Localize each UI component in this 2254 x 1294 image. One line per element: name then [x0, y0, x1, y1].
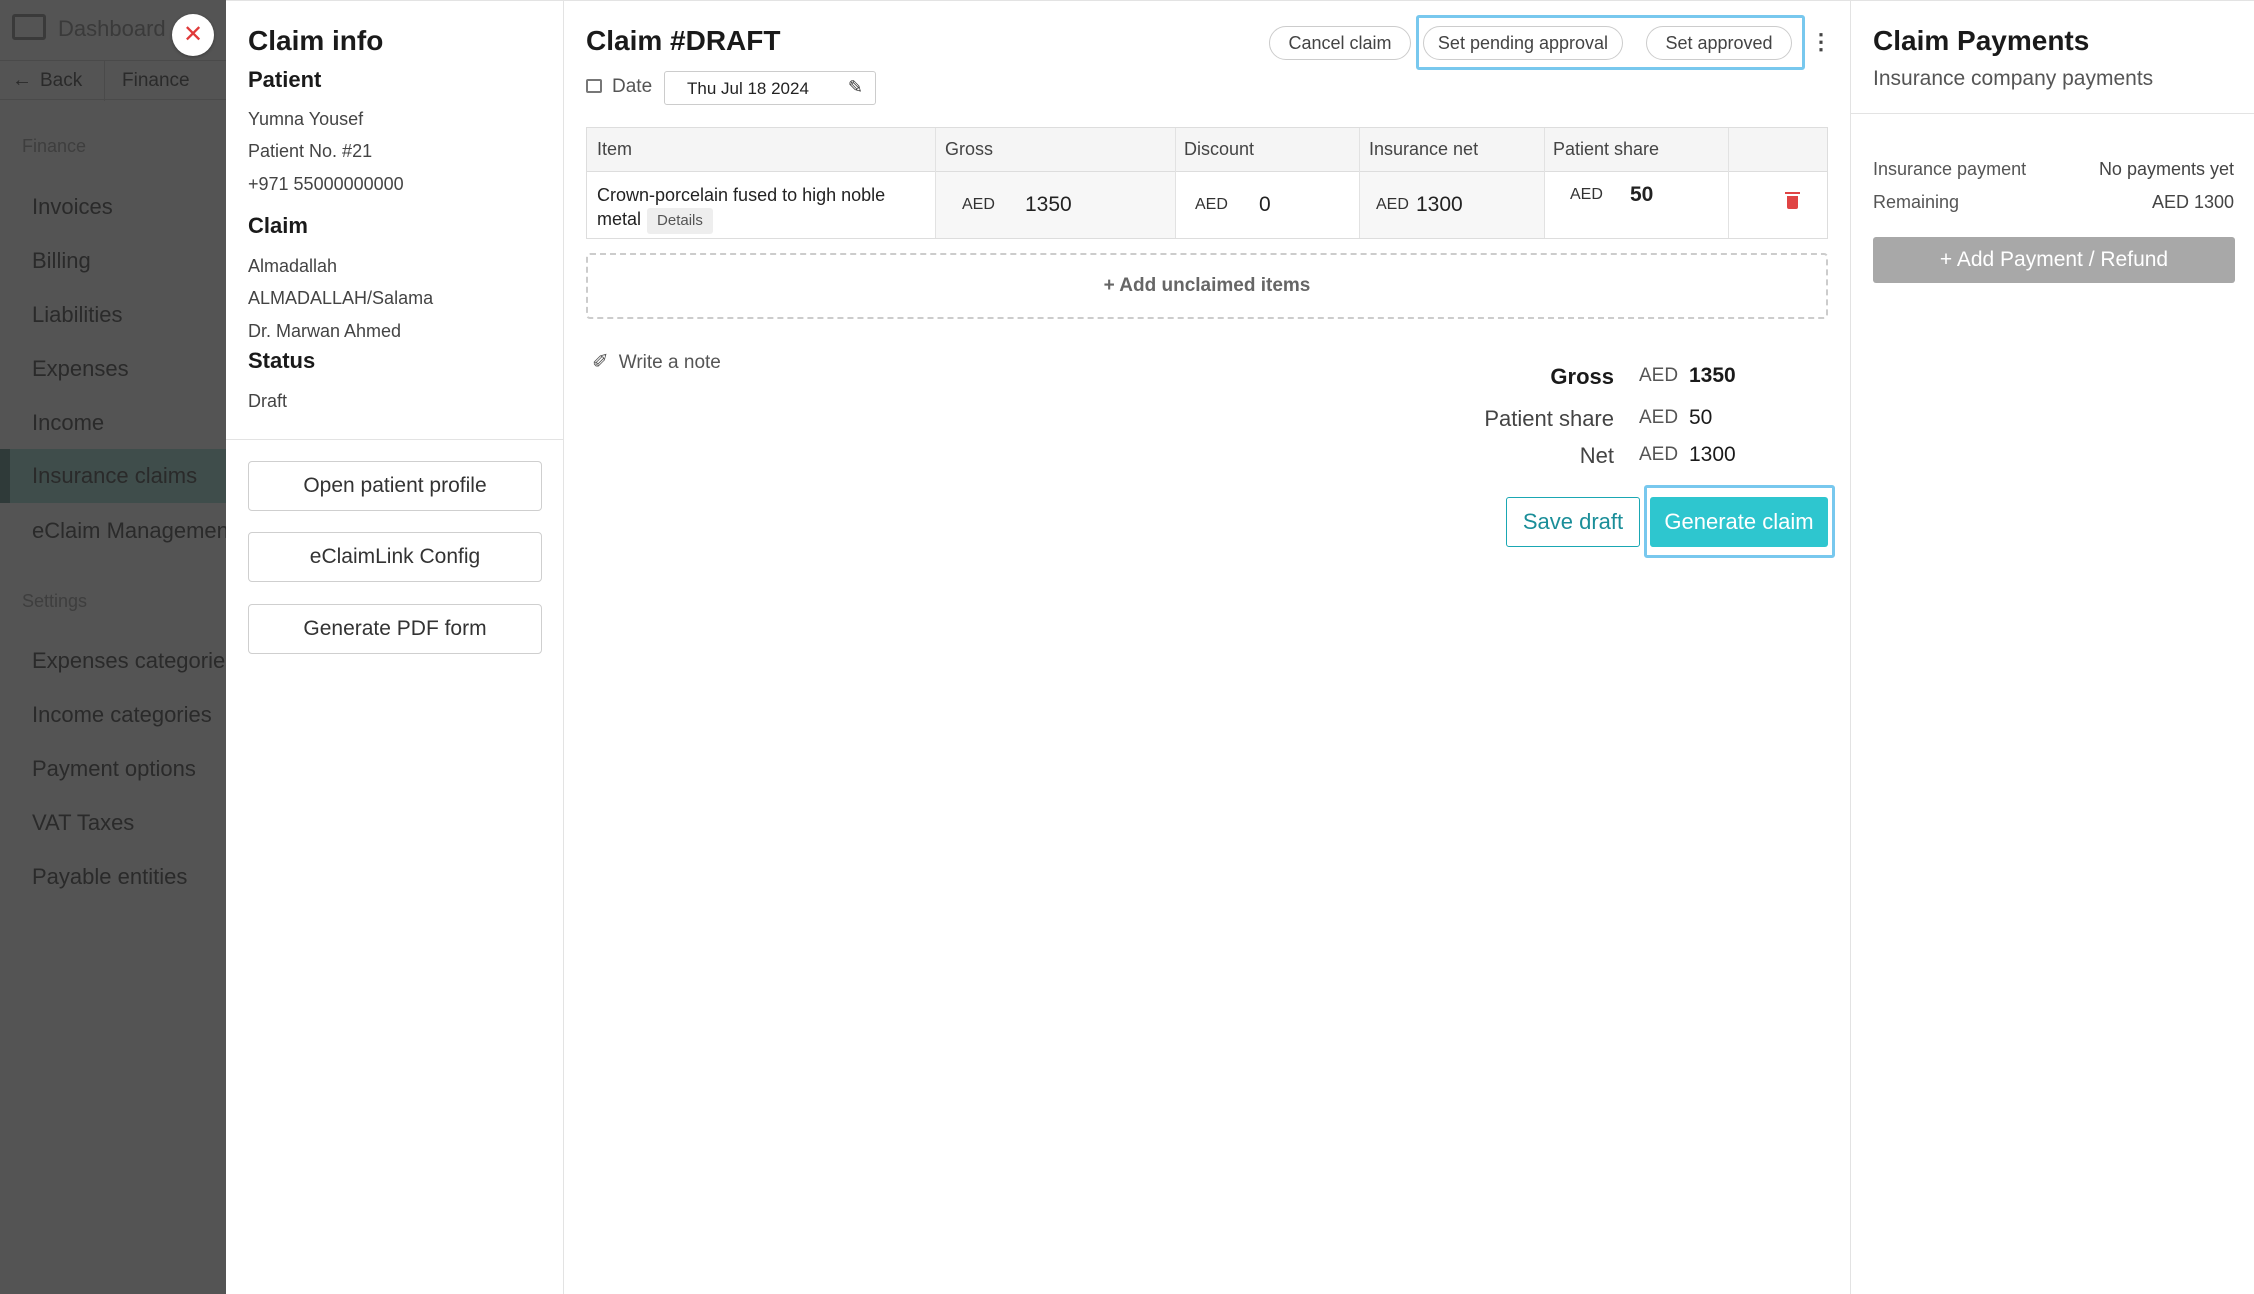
- write-note-button[interactable]: ✐ Write a note: [592, 349, 721, 374]
- summary-net-currency: AED: [1639, 444, 1679, 465]
- breadcrumb: ← Back Finance: [0, 60, 226, 101]
- close-icon[interactable]: ✕: [172, 14, 214, 56]
- summary-gross-currency: AED: [1639, 365, 1679, 386]
- column-divider: [1544, 128, 1545, 238]
- claim-payments-panel: Claim Payments Insurance company payment…: [1850, 0, 2254, 1294]
- section-finance: Finance: [22, 136, 87, 156]
- patient-heading: Patient: [248, 67, 322, 92]
- insurance-net-value: 1300: [1416, 193, 1463, 216]
- claim-title: Claim #DRAFT: [586, 25, 781, 56]
- doctor-name: Dr. Marwan Ahmed: [248, 321, 402, 341]
- column-divider: [1175, 128, 1176, 238]
- insurance-payment-label: Insurance payment: [1873, 159, 2027, 179]
- discount-input[interactable]: 0: [1259, 193, 1271, 217]
- summary-gross-label: Gross: [1550, 364, 1614, 389]
- nav-eclaim-management[interactable]: eClaim Management: [32, 518, 226, 544]
- item-name-line-2: metal: [597, 209, 642, 229]
- save-draft-button[interactable]: Save draft: [1506, 497, 1640, 547]
- header-gross: Gross: [945, 139, 994, 159]
- header-discount: Discount: [1184, 139, 1255, 159]
- insurer-name: Almadallah: [248, 256, 338, 276]
- item-name-line-1: Crown-porcelain fused to high noble: [597, 185, 886, 205]
- claim-items-table: Item Gross Discount Insurance net Patien…: [586, 127, 1828, 239]
- calendar-icon: [586, 79, 602, 93]
- background-sidebar: Dashboard ← Back Finance Finance Invoice…: [0, 0, 226, 1294]
- edit-pencil-icon[interactable]: ✎: [848, 77, 863, 98]
- summary-gross-value: 1350: [1689, 364, 1736, 387]
- generate-claim-highlight: [1644, 485, 1835, 558]
- header-patient-share: Patient share: [1553, 139, 1660, 159]
- item-name: Crown-porcelain fused to high noble meta…: [597, 183, 885, 234]
- nav-payment-options[interactable]: Payment options: [32, 756, 196, 782]
- table-header: Item Gross Discount Insurance net Patien…: [587, 128, 1827, 172]
- patient-share-currency: AED: [1570, 186, 1603, 203]
- column-divider: [1728, 128, 1729, 238]
- claim-heading: Claim: [248, 213, 308, 238]
- header-item: Item: [597, 139, 633, 159]
- nav-expenses-categories[interactable]: Expenses categories: [32, 648, 226, 674]
- more-options-icon[interactable]: ⋮: [1810, 29, 1832, 55]
- payments-divider: [1851, 113, 2254, 114]
- claim-info-title: Claim info: [248, 25, 384, 56]
- gross-input[interactable]: 1350: [1025, 193, 1072, 217]
- payments-title: Claim Payments: [1873, 25, 2090, 56]
- date-label: Date: [612, 76, 653, 97]
- insurance-plan: ALMADALLAH/Salama: [248, 288, 434, 308]
- details-button[interactable]: Details: [647, 208, 713, 234]
- info-divider: [226, 439, 564, 440]
- cancel-claim-button[interactable]: Cancel claim: [1269, 26, 1411, 60]
- column-divider: [1359, 128, 1360, 238]
- section-settings: Settings: [22, 591, 88, 611]
- nav-billing[interactable]: Billing: [32, 248, 91, 274]
- add-payment-refund-button[interactable]: + Add Payment / Refund: [1873, 237, 2235, 283]
- open-patient-profile-button[interactable]: Open patient profile: [248, 461, 542, 511]
- generate-pdf-button[interactable]: Generate PDF form: [248, 604, 542, 654]
- insurance-payment-value: No payments yet: [2098, 159, 2234, 179]
- pen-icon: ✐: [592, 351, 609, 373]
- payments-subtitle: Insurance company payments: [1873, 67, 2154, 90]
- dashboard-icon: [12, 14, 46, 40]
- write-note-label: Write a note: [618, 352, 721, 373]
- nav-expenses[interactable]: Expenses: [32, 356, 129, 382]
- patient-phone: +971 55000000000: [248, 174, 404, 194]
- remaining-value: AED 1300: [2151, 192, 2234, 212]
- nav-income[interactable]: Income: [32, 410, 104, 436]
- nav-insurance-claims[interactable]: Insurance claims: [0, 449, 226, 503]
- insurance-net-currency: AED: [1376, 196, 1409, 213]
- nav-income-categories[interactable]: Income categories: [32, 702, 212, 728]
- gross-currency: AED: [962, 196, 995, 213]
- claim-info-panel: Claim info Patient Yumna Yousef Patient …: [226, 0, 564, 1294]
- breadcrumb-divider: [104, 61, 105, 101]
- discount-currency: AED: [1195, 196, 1228, 213]
- dashboard-label: Dashboard: [58, 16, 166, 41]
- back-arrow-icon: ←: [12, 69, 32, 91]
- patient-number: Patient No. #21: [248, 141, 373, 161]
- status-value: Draft: [248, 391, 288, 411]
- summary-net-label: Net: [1579, 443, 1614, 468]
- claim-main-panel: Claim #DRAFT Date Thu Jul 18 2024 ✎ Canc…: [564, 0, 1850, 1294]
- patient-share-input[interactable]: 50: [1630, 183, 1653, 207]
- status-actions-highlight: [1416, 15, 1805, 70]
- summary-net-value: 1300: [1689, 443, 1736, 466]
- back-link[interactable]: Back: [40, 70, 82, 92]
- status-heading: Status: [248, 348, 316, 373]
- summary-patient-share-label: Patient share: [1484, 406, 1614, 431]
- summary-patient-share-currency: AED: [1639, 407, 1679, 428]
- eclaimlink-config-button[interactable]: eClaimLink Config: [248, 532, 542, 582]
- date-value: Thu Jul 18 2024: [687, 79, 809, 98]
- nav-vat-taxes[interactable]: VAT Taxes: [32, 810, 134, 836]
- header-insurance-net: Insurance net: [1369, 139, 1479, 159]
- delete-item-icon[interactable]: [1785, 192, 1800, 209]
- breadcrumb-finance[interactable]: Finance: [122, 70, 190, 92]
- column-divider: [935, 128, 936, 238]
- nav-payable-entities[interactable]: Payable entities: [32, 864, 187, 890]
- add-unclaimed-items-button[interactable]: + Add unclaimed items: [586, 253, 1828, 319]
- nav-invoices[interactable]: Invoices: [32, 194, 113, 220]
- summary-patient-share-value: 50: [1689, 406, 1713, 429]
- date-field[interactable]: Thu Jul 18 2024 ✎: [664, 71, 876, 105]
- patient-name: Yumna Yousef: [248, 109, 364, 129]
- remaining-label: Remaining: [1873, 192, 1960, 212]
- nav-liabilities[interactable]: Liabilities: [32, 302, 123, 328]
